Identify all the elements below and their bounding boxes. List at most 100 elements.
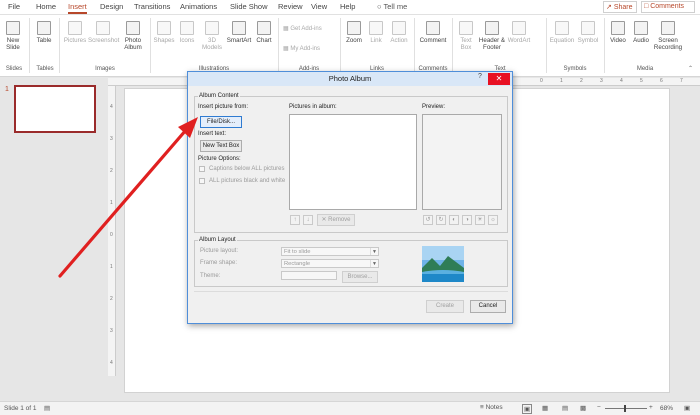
photo-album-button[interactable]: Photo Album — [120, 21, 146, 51]
black-white-label: ALL pictures black and white — [209, 178, 286, 184]
icons-button[interactable]: Icons — [176, 21, 198, 44]
new-slide-button[interactable]: New Slide — [3, 21, 23, 51]
captions-checkbox[interactable] — [199, 166, 205, 172]
link-icon — [369, 21, 383, 35]
contrast-up-button[interactable]: ◐ — [449, 215, 459, 225]
menu-help[interactable]: Help — [340, 2, 355, 11]
rotate-left-button[interactable]: ↺ — [423, 215, 433, 225]
symbol-button[interactable]: Symbol — [576, 21, 600, 44]
wordart-label: WordArt — [507, 37, 531, 44]
chevron-down-icon: ▼ — [370, 260, 378, 267]
menu-transitions[interactable]: Transitions — [134, 2, 170, 11]
close-button[interactable]: ✕ — [488, 73, 510, 85]
rotate-right-button[interactable]: ↻ — [436, 215, 446, 225]
3d-models-button[interactable]: 3D Models — [199, 21, 225, 51]
zoom-in-button[interactable]: + — [649, 404, 653, 411]
screenshot-label: Screenshot — [88, 37, 120, 44]
pi-icon — [555, 21, 569, 35]
move-up-button[interactable]: ↑ — [290, 215, 300, 225]
pictures-in-album-list[interactable] — [289, 114, 417, 210]
header-footer-button[interactable]: Header & Footer — [478, 21, 506, 51]
comment-label: Comment — [419, 37, 447, 44]
audio-button[interactable]: Audio — [630, 21, 652, 44]
action-button[interactable]: Action — [388, 21, 410, 44]
browse-button[interactable]: Browse... — [342, 271, 378, 283]
wordart-button[interactable]: WordArt — [507, 21, 531, 44]
brightness-up-icon: ☀ — [477, 217, 483, 223]
collapse-ribbon-icon[interactable]: ⌃ — [688, 65, 693, 72]
smartart-button[interactable]: SmartArt — [226, 21, 252, 44]
chart-button[interactable]: Chart — [253, 21, 275, 44]
zoom-out-button[interactable]: − — [597, 404, 601, 411]
equation-button[interactable]: Equation — [549, 21, 575, 44]
fit-slide-icon[interactable]: ▣ — [684, 404, 690, 412]
status-bar: Slide 1 of 1 ▤ ≡ Notes ▣ ▦ ▤ ▩ − + 68% ▣ — [0, 401, 700, 415]
icons-label: Icons — [179, 37, 195, 44]
contrast-up-icon: ◐ — [452, 217, 456, 223]
comments-button[interactable]: □ Comments — [641, 1, 695, 13]
normal-view-icon[interactable]: ▣ — [522, 404, 533, 414]
menu-design[interactable]: Design — [100, 2, 123, 11]
new-slide-icon — [6, 21, 20, 35]
theme-input[interactable] — [281, 271, 337, 280]
ruler-tick: 1 — [560, 78, 563, 84]
frame-shape-select[interactable]: Rectangle ▼ — [281, 259, 379, 268]
menu-slide-show[interactable]: Slide Show — [230, 2, 268, 11]
remove-button[interactable]: ✕ Remove — [317, 214, 355, 226]
3d-models-label: 3D Models — [202, 37, 222, 51]
menu-file[interactable]: File — [8, 2, 20, 11]
get-addins-button[interactable]: ▦ Get Add-ins — [283, 25, 322, 32]
slideshow-icon[interactable]: ▩ — [580, 404, 586, 412]
my-addins-button[interactable]: ▦ My Add-ins — [283, 45, 320, 52]
store-icon: ▦ — [283, 26, 289, 32]
menu-review[interactable]: Review — [278, 2, 303, 11]
preview-pane — [422, 114, 502, 210]
picture-layout-select[interactable]: Fit to slide ▼ — [281, 247, 379, 256]
pictures-button[interactable]: Pictures — [63, 21, 87, 44]
reading-view-icon[interactable]: ▤ — [562, 404, 568, 412]
menu-insert[interactable]: Insert — [68, 2, 87, 14]
cancel-button[interactable]: Cancel — [470, 300, 506, 313]
zoom-slider-thumb[interactable] — [624, 405, 626, 412]
screenshot-button[interactable]: Screenshot — [88, 21, 120, 44]
arrow-up-icon: ↑ — [293, 217, 297, 223]
move-down-button[interactable]: ↓ — [303, 215, 313, 225]
brightness-up-button[interactable]: ☀ — [475, 215, 485, 225]
brightness-down-button[interactable]: ☼ — [488, 215, 498, 225]
help-button[interactable]: ? — [478, 73, 482, 80]
dialog-title-bar[interactable]: Photo Album — [188, 72, 512, 86]
zoom-level[interactable]: 68% — [660, 405, 673, 412]
share-button[interactable]: ↗ Share — [603, 1, 637, 13]
pictures-label: Pictures — [63, 37, 87, 44]
menu-view[interactable]: View — [311, 2, 327, 11]
zoom-button[interactable]: Zoom — [344, 21, 364, 44]
slide-sorter-icon[interactable]: ▦ — [542, 404, 548, 412]
screen-recording-button[interactable]: Screen Recording — [653, 21, 683, 51]
ruler-tick: 3 — [600, 78, 603, 84]
text-box-button[interactable]: Text Box — [455, 21, 477, 51]
slide-thumbnail[interactable] — [14, 85, 96, 133]
tell-me-search[interactable]: ○ Tell me — [377, 2, 407, 11]
zoom-slider[interactable] — [605, 408, 647, 409]
contrast-down-button[interactable]: ◑ — [462, 215, 472, 225]
table-button[interactable]: Table — [34, 21, 54, 44]
ruler-tick: 1 — [110, 200, 113, 206]
comment-button[interactable]: Comment — [418, 21, 448, 44]
spellcheck-icon[interactable]: ▤ — [44, 404, 50, 412]
new-slide-label: New Slide — [6, 37, 20, 51]
black-white-checkbox[interactable] — [199, 178, 205, 184]
new-text-box-button[interactable]: New Text Box — [200, 140, 242, 152]
create-button[interactable]: Create — [426, 300, 464, 313]
link-label: Link — [370, 37, 382, 44]
menu-animations[interactable]: Animations — [180, 2, 217, 11]
shapes-icon — [157, 21, 171, 35]
smartart-icon — [232, 21, 246, 35]
menu-home[interactable]: Home — [36, 2, 56, 11]
notes-button[interactable]: ≡ Notes — [480, 404, 503, 411]
group-slides: Slides — [5, 66, 23, 72]
video-button[interactable]: Video — [607, 21, 629, 44]
file-disk-button[interactable]: File/Disk... — [200, 116, 242, 128]
shapes-button[interactable]: Shapes — [152, 21, 176, 44]
tell-me-label: Tell me — [383, 2, 408, 11]
link-button[interactable]: Link — [366, 21, 386, 44]
